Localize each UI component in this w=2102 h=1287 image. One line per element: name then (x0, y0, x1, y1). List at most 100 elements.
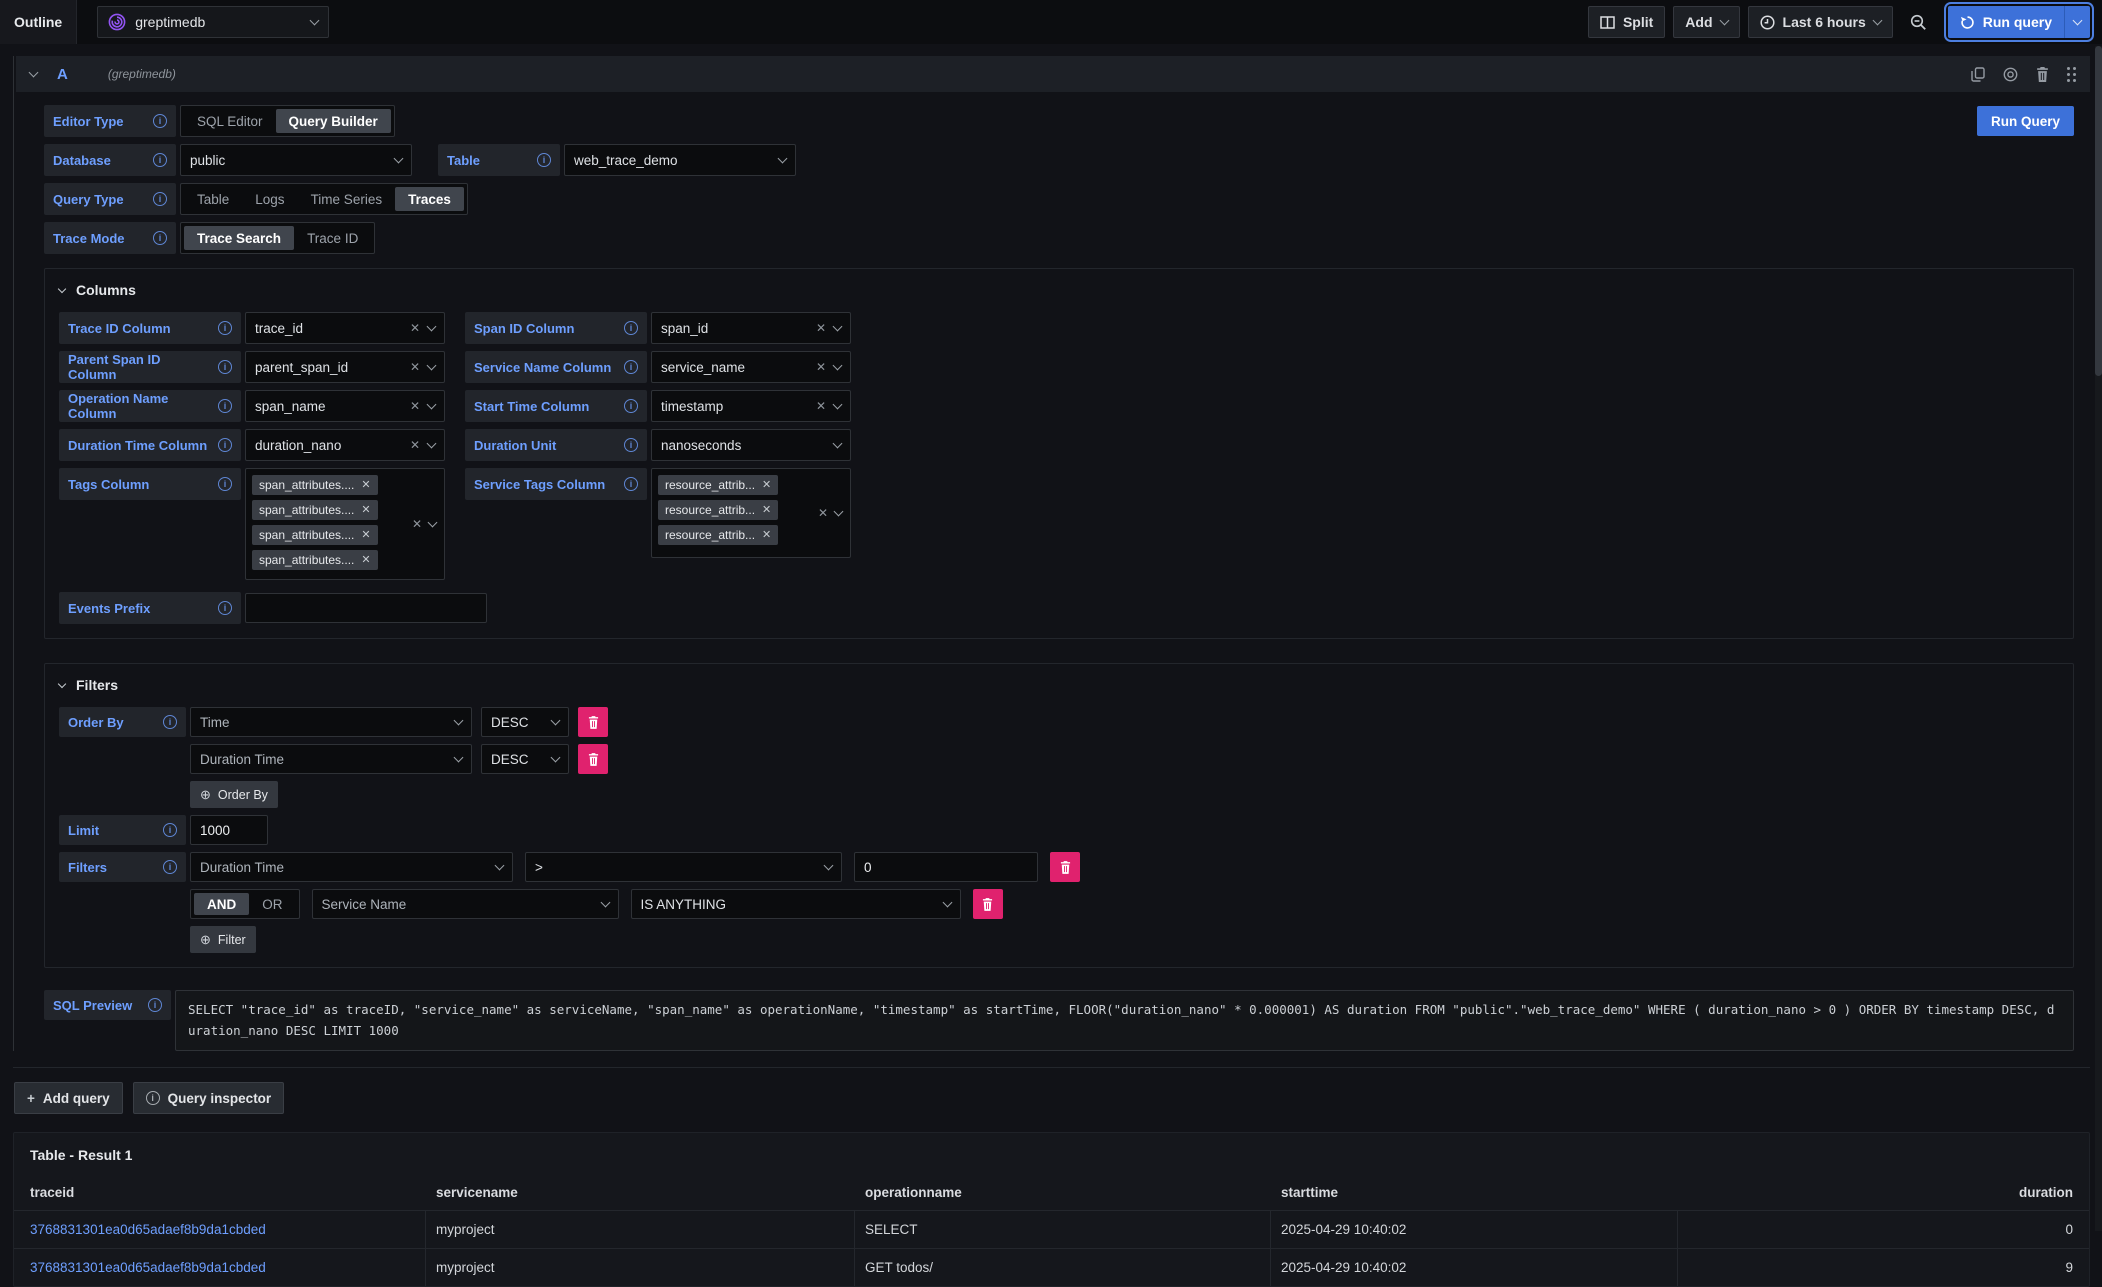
run-query-dropdown[interactable] (2064, 6, 2090, 38)
remove-order-by-button[interactable] (578, 744, 608, 774)
order-by-field-select-1[interactable]: Time (190, 707, 472, 737)
zoom-out-button[interactable] (1901, 6, 1936, 38)
scrollbar[interactable] (2095, 46, 2102, 1231)
add-filter-button[interactable]: ⊕Filter (190, 926, 256, 953)
outline-button[interactable]: Outline (0, 0, 77, 44)
remove-chip-icon[interactable]: ✕ (361, 555, 370, 566)
info-icon[interactable]: i (163, 715, 177, 729)
span-id-column-select[interactable]: span_id✕ (651, 312, 851, 344)
info-icon[interactable]: i (218, 438, 232, 452)
info-icon[interactable]: i (163, 823, 177, 837)
service-tags-column-multiselect[interactable]: resource_attrib...✕ resource_attrib...✕ … (651, 468, 851, 558)
info-icon[interactable]: i (153, 231, 167, 245)
info-icon[interactable]: i (537, 153, 551, 167)
info-icon[interactable]: i (153, 192, 167, 206)
info-icon[interactable]: i (624, 477, 638, 491)
info-icon[interactable]: i (624, 321, 638, 335)
query-type-option-traces[interactable]: Traces (395, 187, 464, 211)
boolean-option-or[interactable]: OR (249, 893, 295, 915)
tag-chip[interactable]: span_attributes....✕ (252, 550, 378, 570)
remove-order-by-button[interactable] (578, 707, 608, 737)
info-icon[interactable]: i (148, 998, 162, 1012)
drag-handle-icon[interactable] (2067, 67, 2076, 82)
remove-chip-icon[interactable]: ✕ (361, 530, 370, 541)
split-button[interactable]: Split (1588, 6, 1665, 38)
panel-run-query-button[interactable]: Run Query (1977, 106, 2074, 136)
remove-chip-icon[interactable]: ✕ (762, 480, 771, 491)
filter2-operator-select[interactable]: IS ANYTHING (631, 889, 961, 919)
trace-id-link[interactable]: 3768831301ea0d65adaef8b9da1cbded (30, 1260, 266, 1275)
trace-mode-option-trace-id[interactable]: Trace ID (294, 226, 371, 250)
filter-operator-select[interactable]: > (525, 852, 842, 882)
remove-chip-icon[interactable]: ✕ (361, 480, 370, 491)
clear-icon[interactable]: ✕ (410, 322, 420, 334)
editor-type-option-query-builder[interactable]: Query Builder (276, 109, 391, 133)
boolean-option-and[interactable]: AND (194, 893, 249, 915)
tag-chip[interactable]: span_attributes....✕ (252, 500, 378, 520)
database-select[interactable]: public (180, 144, 412, 176)
service-tag-chip[interactable]: resource_attrib...✕ (658, 500, 778, 520)
duration-unit-select[interactable]: nanoseconds (651, 429, 851, 461)
info-icon[interactable]: i (218, 399, 232, 413)
clear-icon[interactable]: ✕ (818, 507, 828, 519)
service-tag-chip[interactable]: resource_attrib...✕ (658, 525, 778, 545)
duplicate-query-icon[interactable] (1971, 67, 1985, 82)
clear-icon[interactable]: ✕ (816, 361, 826, 373)
info-icon[interactable]: i (153, 153, 167, 167)
remove-chip-icon[interactable]: ✕ (762, 530, 771, 541)
info-icon[interactable]: i (218, 360, 232, 374)
clear-icon[interactable]: ✕ (410, 361, 420, 373)
clear-icon[interactable]: ✕ (816, 400, 826, 412)
filter2-field-select[interactable]: Service Name (312, 889, 619, 919)
trace-id-column-select[interactable]: trace_id✕ (245, 312, 445, 344)
info-icon[interactable]: i (624, 399, 638, 413)
editor-type-option-sql-editor[interactable]: SQL Editor (184, 109, 276, 133)
collapse-chevron-icon[interactable] (29, 67, 39, 77)
add-order-by-button[interactable]: ⊕Order By (190, 781, 278, 808)
add-query-button[interactable]: + Add query (14, 1082, 123, 1114)
remove-filter-button[interactable] (973, 889, 1003, 919)
info-icon[interactable]: i (218, 601, 232, 615)
remove-chip-icon[interactable]: ✕ (762, 505, 771, 516)
run-query-button[interactable]: Run query (1948, 6, 2064, 38)
info-icon[interactable]: i (218, 477, 232, 491)
datasource-picker[interactable]: greptimedb (97, 6, 329, 38)
scrollbar-thumb[interactable] (2095, 46, 2102, 376)
filter-value-input[interactable]: 0 (854, 852, 1038, 882)
query-type-option-time-series[interactable]: Time Series (298, 187, 396, 211)
query-inspector-button[interactable]: i Query inspector (133, 1082, 285, 1114)
clear-icon[interactable]: ✕ (410, 400, 420, 412)
limit-input[interactable]: 1000 (190, 815, 268, 845)
service-name-column-select[interactable]: service_name✕ (651, 351, 851, 383)
order-by-direction-select-2[interactable]: DESC (481, 744, 569, 774)
columns-section-header[interactable]: Columns (59, 282, 2059, 298)
query-header[interactable]: A (greptimedb) (16, 56, 2090, 92)
operation-name-column-select[interactable]: span_name✕ (245, 390, 445, 422)
delete-query-icon[interactable] (2036, 67, 2049, 82)
info-icon[interactable]: i (218, 321, 232, 335)
info-icon[interactable]: i (163, 860, 177, 874)
tag-chip[interactable]: span_attributes....✕ (252, 475, 378, 495)
remove-chip-icon[interactable]: ✕ (361, 505, 370, 516)
query-type-option-logs[interactable]: Logs (242, 187, 297, 211)
remove-filter-button[interactable] (1050, 852, 1080, 882)
start-time-column-select[interactable]: timestamp✕ (651, 390, 851, 422)
clear-icon[interactable]: ✕ (410, 439, 420, 451)
disable-query-icon[interactable] (2003, 67, 2018, 82)
info-icon[interactable]: i (153, 114, 167, 128)
filters-section-header[interactable]: Filters (59, 677, 2059, 693)
trace-mode-option-trace-search[interactable]: Trace Search (184, 226, 294, 250)
info-icon[interactable]: i (624, 360, 638, 374)
query-type-option-table[interactable]: Table (184, 187, 242, 211)
tag-chip[interactable]: span_attributes....✕ (252, 525, 378, 545)
time-range-button[interactable]: Last 6 hours (1748, 6, 1893, 38)
clear-icon[interactable]: ✕ (816, 322, 826, 334)
filter-field-select[interactable]: Duration Time (190, 852, 513, 882)
table-select[interactable]: web_trace_demo (564, 144, 796, 176)
parent-span-id-column-select[interactable]: parent_span_id✕ (245, 351, 445, 383)
events-prefix-input[interactable] (245, 593, 487, 623)
order-by-field-select-2[interactable]: Duration Time (190, 744, 472, 774)
service-tag-chip[interactable]: resource_attrib...✕ (658, 475, 778, 495)
trace-id-link[interactable]: 3768831301ea0d65adaef8b9da1cbded (30, 1222, 266, 1237)
tags-column-multiselect[interactable]: span_attributes....✕ span_attributes....… (245, 468, 445, 580)
